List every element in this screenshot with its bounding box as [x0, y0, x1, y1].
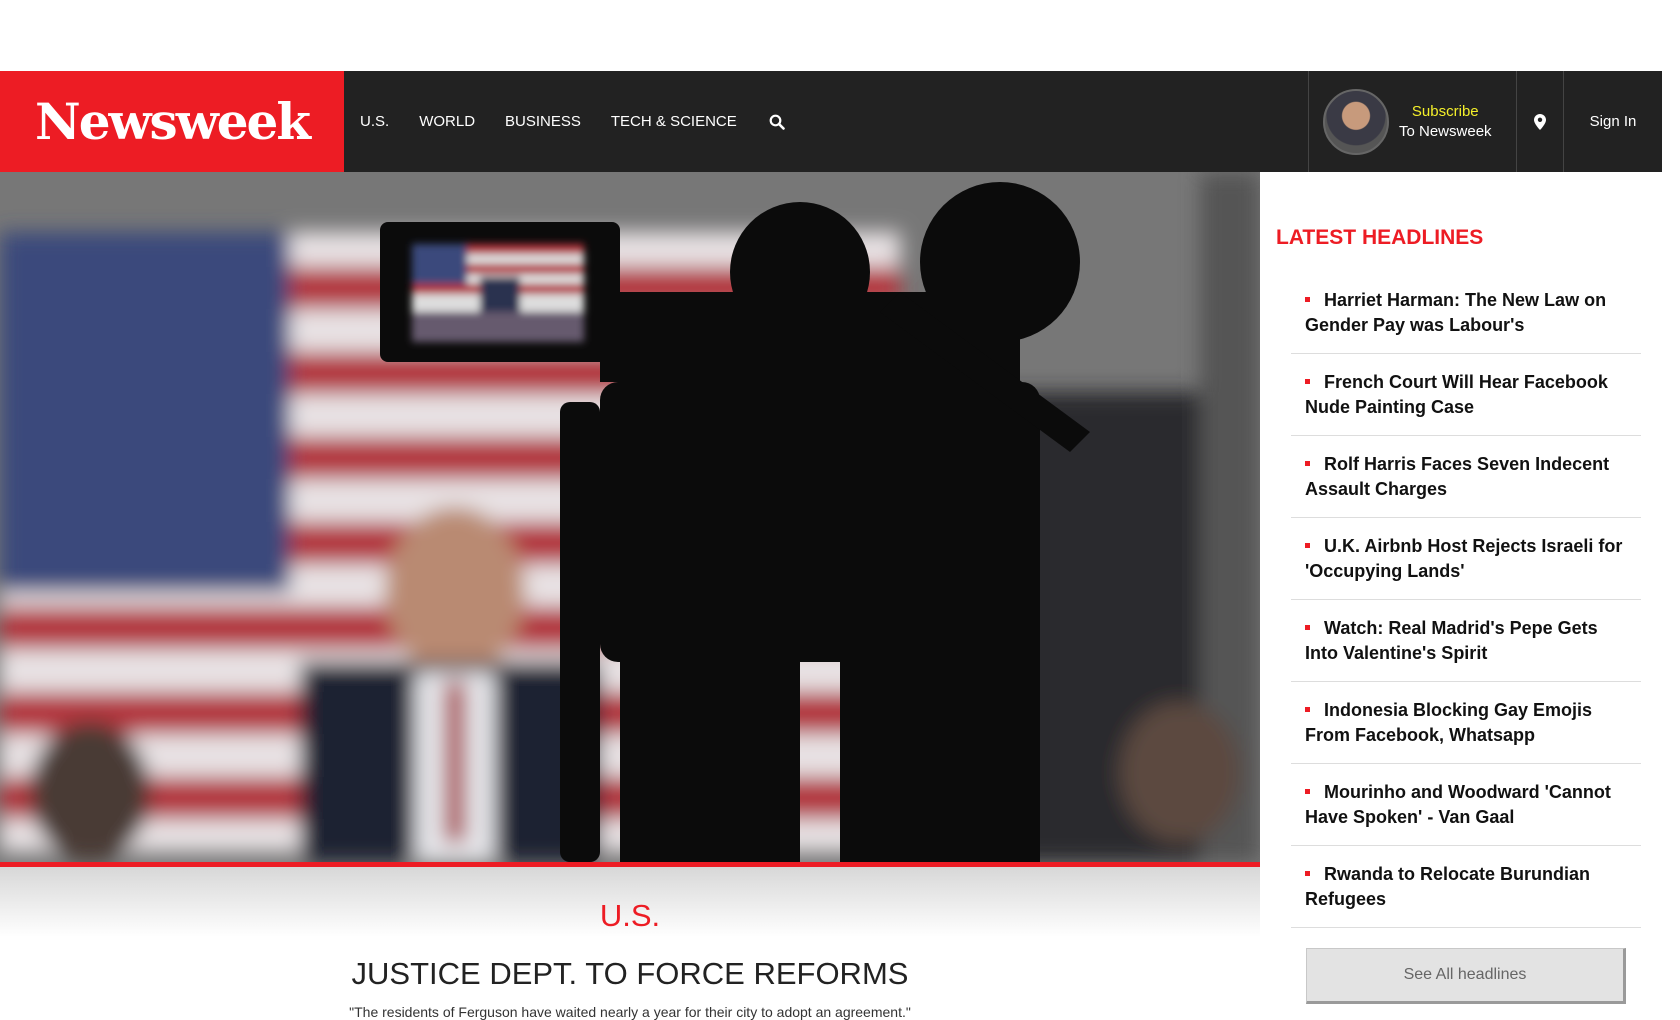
site-header: Newsweek U.S. WORLD BUSINESS TECH & SCIE…	[0, 71, 1662, 172]
subscribe-button[interactable]: Subscribe To Newsweek	[1308, 71, 1516, 172]
bullet-icon	[1305, 379, 1310, 385]
bullet-icon	[1305, 789, 1310, 795]
subscribe-sublabel: To Newsweek	[1399, 122, 1492, 140]
headline-item[interactable]: Watch: Real Madrid's Pepe Gets Into Vale…	[1291, 600, 1641, 682]
nav-item-business[interactable]: BUSINESS	[505, 113, 581, 130]
headline-item[interactable]: Harriet Harman: The New Law on Gender Pa…	[1291, 272, 1641, 354]
hero-category[interactable]: U.S.	[0, 898, 1260, 934]
search-icon[interactable]	[767, 112, 787, 132]
hero-dek: "The residents of Ferguson have waited n…	[349, 1004, 911, 1020]
headline-item[interactable]: Mourinho and Woodward 'Cannot Have Spoke…	[1291, 764, 1641, 846]
hero-headline[interactable]: JUSTICE DEPT. TO FORCE REFORMS	[0, 956, 1260, 992]
hero-caption: U.S. JUSTICE DEPT. TO FORCE REFORMS "The…	[0, 898, 1260, 1020]
subscribe-label: Subscribe	[1411, 102, 1479, 120]
headline-text[interactable]: French Court Will Hear Facebook Nude Pai…	[1305, 372, 1608, 417]
nav-item-tech-science[interactable]: TECH & SCIENCE	[611, 113, 737, 130]
nav-item-us[interactable]: U.S.	[360, 113, 389, 130]
sign-in-button[interactable]: Sign In	[1563, 71, 1662, 172]
bullet-icon	[1305, 297, 1310, 303]
headline-text[interactable]: Harriet Harman: The New Law on Gender Pa…	[1305, 290, 1606, 335]
newsweek-logo[interactable]: Newsweek	[0, 71, 344, 172]
headline-text[interactable]: Rolf Harris Faces Seven Indecent Assault…	[1305, 454, 1609, 499]
headline-text[interactable]: Rwanda to Relocate Burundian Refugees	[1305, 864, 1590, 909]
hero-photo	[0, 172, 1260, 862]
main-nav: U.S. WORLD BUSINESS TECH & SCIENCE	[344, 71, 787, 172]
headline-item[interactable]: Indonesia Blocking Gay Emojis From Faceb…	[1291, 682, 1641, 764]
bullet-icon	[1305, 625, 1310, 631]
sidebar-title: LATEST HEADLINES	[1276, 226, 1484, 249]
headline-item[interactable]: Rwanda to Relocate Burundian Refugees	[1291, 846, 1641, 928]
logo-text: Newsweek	[34, 92, 311, 151]
map-pin-icon[interactable]	[1516, 71, 1563, 172]
headline-list: Harriet Harman: The New Law on Gender Pa…	[1291, 272, 1641, 928]
headline-item[interactable]: Rolf Harris Faces Seven Indecent Assault…	[1291, 436, 1641, 518]
header-actions: Subscribe To Newsweek Sign In	[1308, 71, 1662, 172]
bullet-icon	[1305, 871, 1310, 877]
headline-item[interactable]: U.K. Airbnb Host Rejects Israeli for 'Oc…	[1291, 518, 1641, 600]
hero-image[interactable]	[0, 172, 1260, 862]
bullet-icon	[1305, 461, 1310, 467]
headline-text[interactable]: Indonesia Blocking Gay Emojis From Faceb…	[1305, 700, 1592, 745]
subscribe-cover-avatar	[1323, 88, 1389, 155]
headline-item[interactable]: French Court Will Hear Facebook Nude Pai…	[1291, 354, 1641, 436]
bullet-icon	[1305, 707, 1310, 713]
headline-text[interactable]: Mourinho and Woodward 'Cannot Have Spoke…	[1305, 782, 1611, 827]
headline-text[interactable]: U.K. Airbnb Host Rejects Israeli for 'Oc…	[1305, 536, 1622, 581]
bullet-icon	[1305, 543, 1310, 549]
headline-text[interactable]: Watch: Real Madrid's Pepe Gets Into Vale…	[1305, 618, 1598, 663]
see-all-headlines-button[interactable]: See All headlines	[1306, 948, 1626, 1004]
latest-headlines-sidebar: LATEST HEADLINES Harriet Harman: The New…	[1260, 172, 1662, 1010]
nav-item-world[interactable]: WORLD	[419, 113, 475, 130]
subscribe-text: Subscribe To Newsweek	[1399, 102, 1492, 142]
